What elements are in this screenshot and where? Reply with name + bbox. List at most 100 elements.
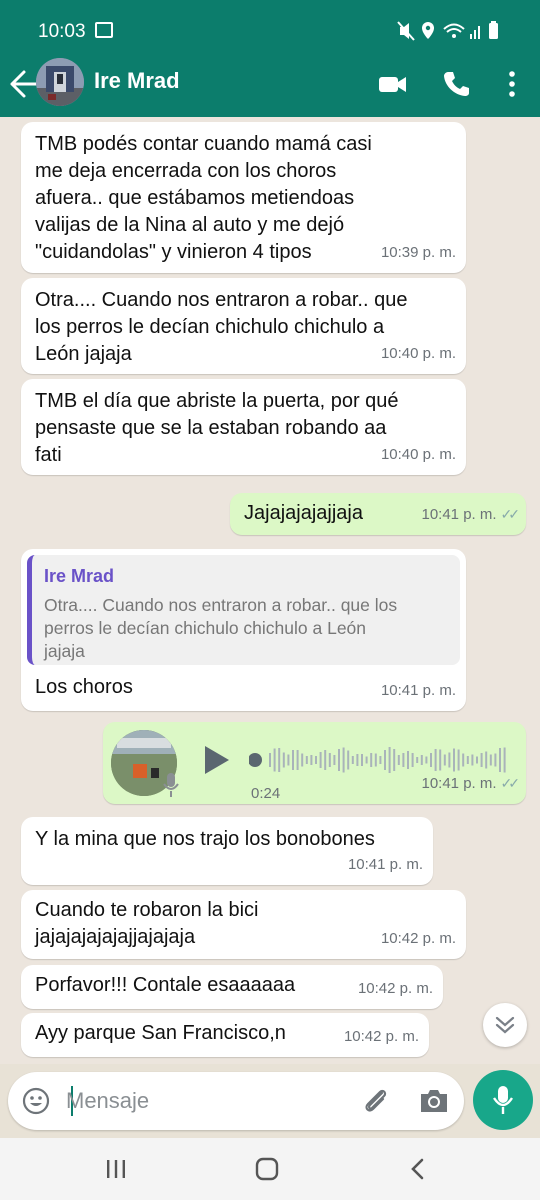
message-incoming[interactable]: Y la mina que nos trajo los bonobones 10… [21, 817, 433, 885]
message-text: Los choros [35, 676, 133, 698]
phone-icon[interactable] [440, 68, 472, 100]
waveform-bar [407, 751, 409, 769]
mic-icon [492, 1086, 514, 1114]
waveform-bar [370, 753, 373, 767]
contact-name[interactable]: Ire Mrad [94, 68, 180, 94]
emoji-icon[interactable] [22, 1087, 50, 1115]
waveform-bar [439, 749, 442, 771]
message-input[interactable]: Mensaje [66, 1088, 149, 1114]
voice-record-button[interactable] [473, 1070, 533, 1130]
system-nav-bar [0, 1138, 540, 1200]
chat-area[interactable]: TMB podés contar cuando mamá casi me dej… [0, 117, 540, 1064]
message-text: Y la mina que nos trajo los bonobones [35, 828, 375, 850]
waveform-bar [453, 748, 455, 772]
waveform-bar [457, 749, 460, 771]
waveform-bar [342, 747, 345, 773]
back-nav-icon[interactable] [406, 1157, 430, 1181]
message-meta: 10:41 p. m. ✓✓ [421, 501, 521, 528]
waveform-bar [476, 756, 478, 764]
waveform-bar [379, 756, 382, 764]
waveform-bar [319, 752, 322, 768]
voice-duration: 0:24 [251, 785, 281, 802]
video-call-icon[interactable] [377, 68, 409, 100]
more-options-icon[interactable] [496, 68, 528, 100]
waveform-bar [466, 756, 469, 764]
voice-message[interactable]: 0:24 10:41 p. m. ✓✓ [103, 722, 526, 804]
message-time: 10:40 p. m. [380, 446, 456, 463]
home-icon[interactable] [254, 1156, 280, 1182]
waveform-bar [503, 747, 506, 773]
message-time: 10:42 p. m. [380, 930, 456, 947]
mic-icon [163, 773, 179, 797]
scroll-down-icon [495, 1016, 515, 1034]
message-incoming[interactable]: Cuando te robaron la bici jajajajajajajj… [21, 890, 466, 959]
message-time: 10:41 p. m. [421, 506, 497, 523]
message-time: 10:39 p. m. [380, 244, 456, 261]
double-check-icon: ✓✓ [500, 506, 521, 522]
waveform-bar [411, 753, 414, 767]
waveform-bar [494, 753, 497, 767]
waveform-bar [301, 753, 304, 767]
message-time: 10:41 p. m. [380, 682, 456, 699]
waveform-bar [351, 756, 354, 764]
quote-author: Ire Mrad [44, 566, 115, 586]
quote-text: Otra.... Cuando nos entraron a robar.. q… [44, 595, 398, 661]
message-incoming[interactable]: TMB podés contar cuando mamá casi me dej… [21, 122, 466, 273]
waveform-bar [356, 754, 359, 766]
message-time: 10:40 p. m. [380, 345, 456, 362]
chat-toolbar: Ire Mrad [0, 58, 540, 117]
message-outgoing[interactable]: Jajajajajajjaja 10:41 p. m. ✓✓ [230, 493, 526, 535]
message-incoming[interactable]: Otra.... Cuando nos entraron a robar.. q… [21, 278, 466, 374]
waveform-bar [448, 752, 451, 768]
message-incoming[interactable]: TMB el día que abriste la puerta, por qu… [21, 379, 466, 475]
message-time: 10:41 p. m. [421, 775, 497, 792]
scroll-to-bottom-button[interactable] [483, 1003, 527, 1047]
message-meta: 10:41 p. m. ✓✓ [421, 770, 520, 797]
gallery-notification-icon [95, 22, 113, 38]
waveform-bar [443, 754, 446, 766]
play-icon[interactable] [201, 744, 231, 776]
waveform-bar [282, 752, 285, 768]
message-incoming[interactable]: Porfavor!!! Contale esaaaaaa 10:42 p. m. [21, 965, 443, 1009]
waveform-bar [296, 750, 299, 770]
message-time: 10:41 p. m. [347, 856, 423, 873]
waveform-bar [393, 749, 396, 771]
message-incoming[interactable]: Ayy parque San Francisco,n 10:42 p. m. [21, 1013, 429, 1057]
waveform-bar [278, 748, 281, 772]
waveform-position-dot [249, 753, 262, 767]
waveform-bar [324, 750, 327, 770]
waveform-bar [430, 753, 432, 767]
recent-apps-icon[interactable] [104, 1158, 128, 1180]
camera-icon[interactable] [418, 1086, 450, 1116]
waveform-bar [328, 753, 331, 767]
waveform-bar [292, 750, 294, 770]
waveform-bar [462, 753, 465, 767]
waveform-bar [397, 755, 400, 765]
waveform-bar [315, 756, 317, 764]
waveform-bar [425, 756, 428, 764]
status-bar: 10:03 [0, 0, 540, 60]
message-time: 10:42 p. m. [343, 1028, 419, 1045]
waveform-bar [384, 750, 386, 770]
waveform-bar [338, 749, 340, 771]
waveform-bar [287, 754, 290, 766]
waveform-bar [305, 756, 308, 764]
quoted-message[interactable]: Ire Mrad Otra.... Cuando nos entraron a … [27, 555, 460, 665]
waveform-bar [499, 748, 501, 772]
status-time: 10:03 [38, 21, 86, 42]
waveform-bar [416, 757, 419, 763]
waveform-bar [471, 754, 474, 766]
message-reply[interactable]: Ire Mrad Otra.... Cuando nos entraron a … [21, 549, 466, 711]
waveform-bar [347, 750, 350, 770]
avatar[interactable] [36, 58, 84, 106]
waveform-bar [402, 753, 405, 767]
message-composer[interactable]: Mensaje [8, 1072, 464, 1130]
waveform-bar [333, 755, 336, 765]
app-header: 10:03 Ire Mrad [0, 0, 540, 117]
waveform-bar [374, 753, 377, 767]
waveform-bar [269, 753, 271, 767]
waveform-bar [434, 749, 437, 771]
attach-icon[interactable] [360, 1085, 392, 1117]
waveform-bar [489, 754, 492, 766]
waveform-bar [310, 755, 313, 765]
